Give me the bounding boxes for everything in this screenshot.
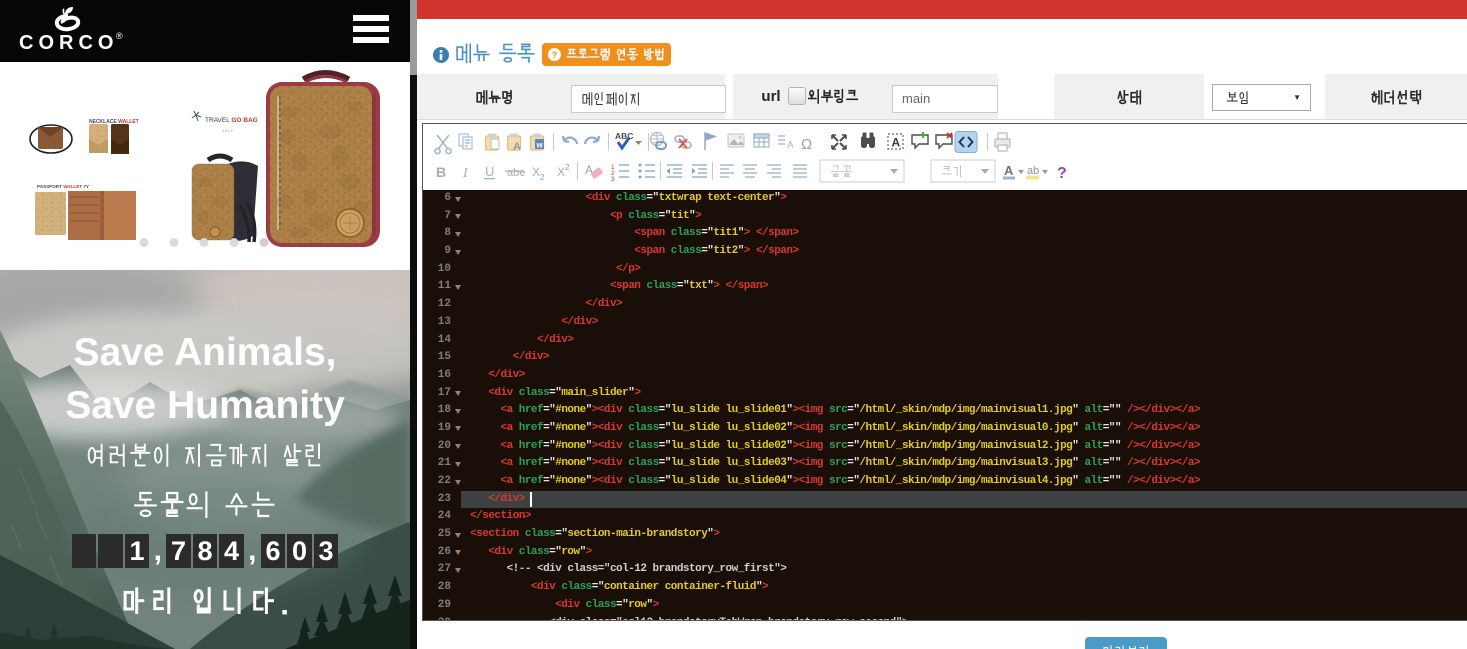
svg-text:ABC: ABC (615, 131, 633, 141)
svg-text:A: A (787, 140, 794, 151)
svg-text:2: 2 (565, 163, 570, 172)
svg-text:w: w (536, 141, 544, 150)
svg-text:U: U (485, 164, 494, 179)
svg-text:PASSPORT WALLET 7Y: PASSPORT WALLET 7Y (37, 184, 89, 189)
svg-text:ab: ab (1027, 165, 1039, 177)
svg-text:A: A (513, 141, 521, 153)
svg-text:B: B (436, 164, 446, 180)
svg-text:TRAVEL GO BAG: TRAVEL GO BAG (205, 117, 258, 124)
svg-text:A: A (1004, 163, 1014, 178)
svg-text:A: A (892, 136, 901, 150)
svg-text:X: X (557, 165, 565, 179)
svg-text:2: 2 (540, 173, 545, 182)
svg-text:abe: abe (507, 167, 525, 179)
svg-text:?: ? (551, 50, 557, 61)
svg-text:S A L E: S A L E (222, 129, 234, 133)
svg-text:3: 3 (611, 176, 615, 183)
svg-text:X: X (532, 165, 540, 179)
svg-text:I: I (462, 166, 469, 181)
svg-text:Ω: Ω (801, 136, 812, 153)
svg-text:?: ? (1057, 165, 1067, 182)
